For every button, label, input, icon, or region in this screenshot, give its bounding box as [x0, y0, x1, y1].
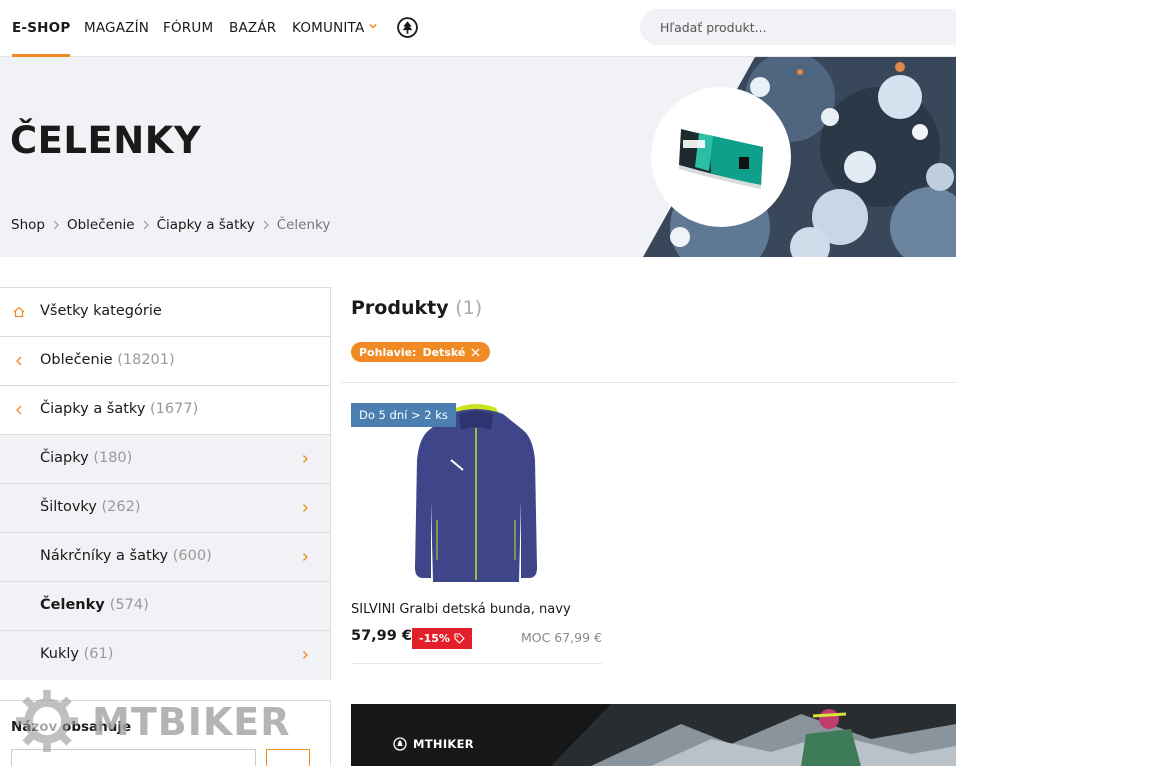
- products-heading: Produkty (1): [351, 297, 482, 319]
- breadcrumb-oblecenie[interactable]: Oblečenie: [67, 217, 135, 233]
- products-count: (1): [455, 297, 483, 319]
- tree-logo-icon[interactable]: [397, 17, 418, 38]
- tag-icon: [454, 633, 465, 644]
- category-sidebar: Všetky kategórie Oblečenie (18201) Čiapk…: [0, 287, 331, 680]
- chevron-right-icon: [303, 504, 308, 512]
- nav-eshop[interactable]: E-SHOP: [12, 0, 71, 57]
- nav-bazar[interactable]: BAZÁR: [229, 0, 276, 57]
- category-count: (61): [83, 646, 114, 662]
- products-title: Produkty: [351, 297, 449, 319]
- category-all[interactable]: Všetky kategórie: [0, 288, 330, 337]
- nav-komunita[interactable]: KOMUNITA: [292, 0, 364, 57]
- banner-brand: MTHIKER: [413, 737, 474, 751]
- discount-badge: -15%: [412, 628, 472, 649]
- chevron-left-icon: [16, 356, 22, 366]
- category-count: (262): [101, 499, 141, 515]
- delivery-badge: Do 5 dní > 2 ks: [351, 403, 456, 427]
- banner-mountain-image: [351, 704, 956, 766]
- discount-value: -15%: [419, 632, 450, 645]
- category-ciapky-a-satky[interactable]: Čiapky a šatky (1677): [0, 386, 330, 435]
- category-label: Kukly: [40, 646, 79, 662]
- category-nakrcniky-a-satky[interactable]: Nákrčníky a šatky (600): [0, 533, 330, 582]
- category-count: (18201): [117, 352, 175, 368]
- breadcrumb-shop[interactable]: Shop: [11, 217, 45, 233]
- category-label: Šiltovky: [40, 499, 97, 515]
- headband-image: [679, 129, 763, 189]
- active-filter-chip[interactable]: Pohlavie: Detské: [351, 342, 491, 362]
- category-oblecenie[interactable]: Oblečenie (18201): [0, 337, 330, 386]
- category-label: Nákrčníky a šatky: [40, 548, 169, 564]
- category-celenky-active[interactable]: Čelenky (574): [0, 582, 330, 631]
- watermark-text: MTBIKER: [92, 700, 291, 744]
- chevron-right-icon: [303, 651, 308, 659]
- chevron-right-icon: [143, 220, 149, 230]
- breadcrumb: Shop Oblečenie Čiapky a šatky Čelenky: [11, 217, 330, 233]
- name-filter-submit-button[interactable]: [266, 749, 310, 766]
- category-label: Všetky kategórie: [40, 303, 162, 319]
- nav-magazin[interactable]: MAGAZÍN: [84, 0, 149, 57]
- filter-chip-key: Pohlavie:: [359, 345, 417, 359]
- category-kukly[interactable]: Kukly (61): [0, 631, 330, 680]
- close-icon[interactable]: [471, 348, 480, 357]
- category-count: (574): [109, 597, 149, 613]
- category-count: (1677): [150, 401, 199, 417]
- search-input[interactable]: [640, 9, 956, 45]
- tree-logo-icon: [393, 737, 407, 751]
- top-nav: E-SHOP MAGAZÍN FÓRUM BAZÁR KOMUNITA: [0, 0, 956, 57]
- category-siltovky[interactable]: Šiltovky (262): [0, 484, 330, 533]
- chevron-left-icon: [16, 405, 22, 415]
- category-count: (180): [93, 450, 133, 466]
- category-label: Čiapky: [40, 450, 89, 466]
- home-icon: [13, 306, 25, 318]
- chevron-right-icon: [53, 220, 59, 230]
- chevron-right-icon: [263, 220, 269, 230]
- chevron-right-icon: [303, 455, 308, 463]
- filter-chip-value: Detské: [422, 345, 466, 359]
- category-label: Čelenky: [40, 597, 105, 613]
- chevron-down-icon[interactable]: [369, 22, 377, 30]
- product-card[interactable]: Do 5 dní > 2 ks SILVINI Gralbi detská bu…: [351, 400, 602, 664]
- nav-forum[interactable]: FÓRUM: [163, 0, 213, 57]
- page-title: ČELENKY: [10, 119, 202, 162]
- category-count: (600): [172, 548, 212, 564]
- breadcrumb-ciapky-a-satky[interactable]: Čiapky a šatky: [157, 217, 255, 233]
- product-price: 57,99 €: [351, 628, 413, 644]
- category-label: Oblečenie: [40, 352, 113, 368]
- promo-banner[interactable]: MTHIKER: [351, 704, 956, 766]
- category-ciapky[interactable]: Čiapky (180): [0, 435, 330, 484]
- gear-logo-icon: [15, 689, 79, 753]
- category-label: Čiapky a šatky: [40, 401, 146, 417]
- product-moc-price: MOC 67,99 €: [520, 630, 602, 645]
- breadcrumb-celenky: Čelenky: [276, 217, 331, 233]
- product-image-jacket[interactable]: [411, 400, 541, 586]
- divider: [341, 382, 956, 383]
- chevron-right-icon: [303, 553, 308, 561]
- category-hero: ČELENKY Shop Oblečenie Čiapky a šatky Če…: [0, 57, 956, 257]
- category-image-circle: [651, 87, 791, 227]
- product-name[interactable]: SILVINI Gralbi detská bunda, navy: [351, 602, 571, 617]
